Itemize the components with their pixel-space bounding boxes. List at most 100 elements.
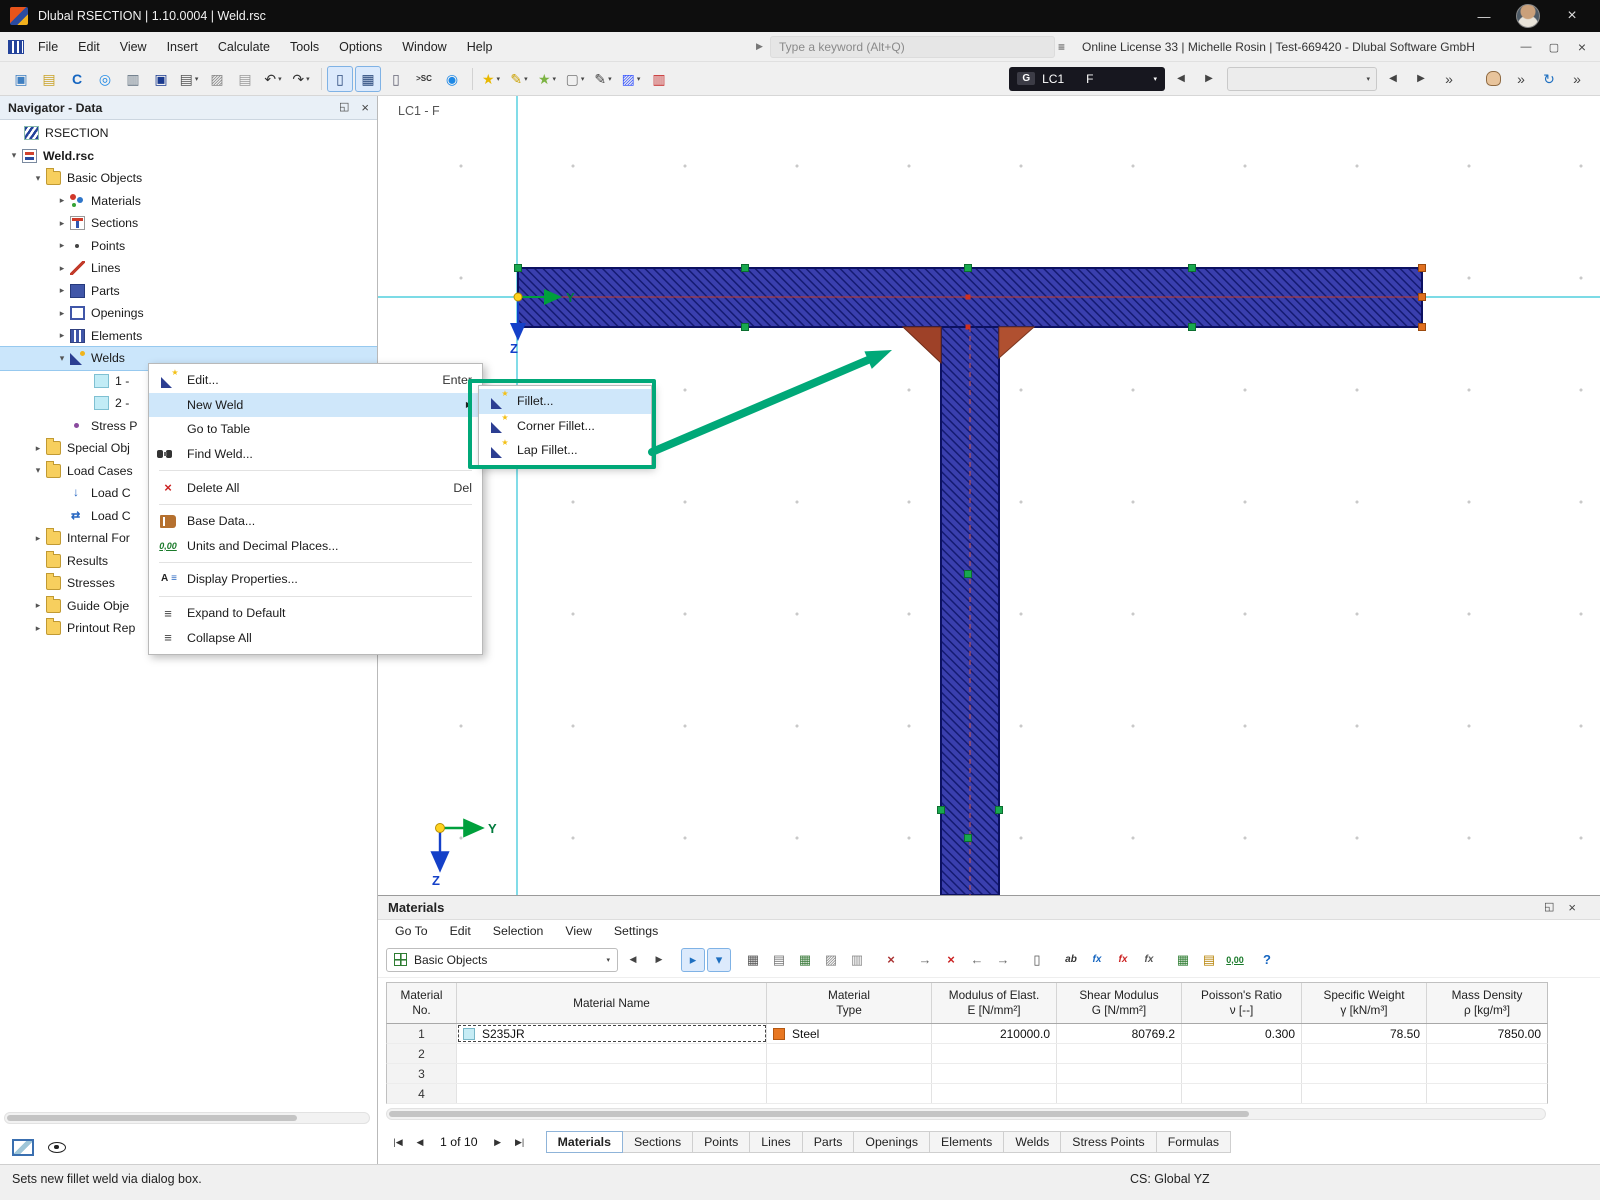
workspace-minimize-button[interactable]: — [1514,36,1538,58]
view-selector[interactable]: ▾ [1227,67,1377,91]
context-menu-go-to-table[interactable]: Go to Table [149,417,482,442]
copy-row-button[interactable]: → [913,948,937,972]
context-menu-new-weld[interactable]: New Weld ▶ [149,393,482,418]
user-avatar[interactable] [1516,4,1540,28]
table-view-button[interactable]: ▦ [355,66,381,92]
scrollbar-thumb[interactable] [389,1111,1249,1117]
menu-options[interactable]: Options [329,32,392,62]
tree-item-materials[interactable]: ▸Materials [0,190,377,213]
tab-sections[interactable]: Sections [622,1131,693,1153]
chevron-down-icon[interactable]: ▾ [6,150,22,161]
table-row[interactable]: 1 S235JR Steel 210000.0 80769.2 0.300 78… [386,1024,1548,1044]
column-header-material-name[interactable]: Material Name [457,983,767,1023]
workspace-close-button[interactable]: × [1570,36,1594,58]
previous-load-case-button[interactable]: ◀ [1168,66,1194,92]
fx-button[interactable]: fx [1085,948,1109,972]
search-input[interactable] [770,36,1055,58]
table-filter-dropdown[interactable]: Basic Objects ▾ [386,948,618,972]
next-load-case-button[interactable]: ▶ [1196,66,1222,92]
navigator-float-icon[interactable]: ◱ [339,100,349,115]
menu-help[interactable]: Help [457,32,503,62]
tree-item-openings[interactable]: ▸Openings [0,302,377,325]
table-menu-edit[interactable]: Edit [439,924,482,938]
save-button[interactable]: ▣ [148,66,174,92]
material-name-cell[interactable]: S235JR [457,1024,767,1043]
connect-button[interactable]: C [64,66,90,92]
column-header-modulus[interactable]: Modulus of Elast.E [N/mm²] [932,983,1057,1023]
new-model-button[interactable]: ▤ [36,66,62,92]
scrollbar-thumb[interactable] [7,1115,297,1121]
copy-button[interactable]: ▨ [204,66,230,92]
chevron-down-icon[interactable]: ▾ [30,173,46,184]
next-table-button[interactable]: ▶ [647,948,671,972]
next-table-page-button[interactable]: ▶ [488,1132,508,1152]
table-row[interactable]: 3 [386,1064,1548,1084]
fillet-weld-left[interactable] [903,327,941,363]
table-row[interactable]: 2 [386,1044,1548,1064]
report-button[interactable]: ▤ [232,66,258,92]
table-menu-selection[interactable]: Selection [482,924,555,938]
result-diagram-button[interactable]: ▥ [646,66,672,92]
clear-table-button[interactable]: × [879,948,903,972]
tree-item-sections[interactable]: ▸Sections [0,212,377,235]
submenu-fillet[interactable]: Fillet... [479,389,651,414]
context-menu-delete-all[interactable]: × Delete All Del [149,475,482,500]
tree-item-rsection[interactable]: RSECTION [0,122,377,145]
view-more-button[interactable]: » [1564,66,1590,92]
chevron-right-icon[interactable]: ▸ [30,443,46,454]
page-view-button[interactable]: ▯ [327,66,353,92]
menu-insert[interactable]: Insert [157,32,208,62]
excel-export-button[interactable]: ▦ [1171,948,1195,972]
column-header-specific-weight[interactable]: Specific Weightγ [kN/m³] [1302,983,1427,1023]
delete-row-button[interactable]: × [939,948,963,972]
menu-window[interactable]: Window [392,32,456,62]
table-menu-view[interactable]: View [554,924,602,938]
first-table-button[interactable]: |◀ [388,1132,408,1152]
panel-view-button[interactable]: ▯ [1025,948,1049,972]
workspace-maximize-button[interactable]: ▢ [1542,36,1566,58]
tree-item-basic-objects[interactable]: ▾Basic Objects [0,167,377,190]
close-button[interactable]: × [1558,4,1586,28]
rotate-view-button[interactable]: ↻ [1536,66,1562,92]
submenu-lap-fillet[interactable]: Lap Fillet... [479,438,651,463]
context-menu-edit[interactable]: Edit... Enter [149,368,482,393]
table-close-icon[interactable]: × [1568,900,1576,915]
paste-button[interactable]: ▣ [8,66,34,92]
rsection-nav-icon[interactable] [8,40,24,54]
search-list-icon[interactable]: ≡ [1058,40,1065,54]
fill-pattern-button[interactable]: ▨ [819,948,843,972]
menu-file[interactable]: File [28,32,68,62]
pan-button[interactable] [1480,66,1506,92]
minimize-button[interactable]: — [1470,4,1498,28]
frame-view-button[interactable]: ▯ [383,66,409,92]
table-hscrollbar[interactable] [386,1108,1546,1120]
green-handles[interactable] [515,265,1196,842]
toolbar-more-button[interactable]: » [1436,66,1462,92]
tree-item-lines[interactable]: ▸Lines [0,257,377,280]
column-header-poisson[interactable]: Poisson's Ratioν [--] [1182,983,1302,1023]
visibility-filter-button[interactable]: ★▾ [534,66,560,92]
load-case-selector[interactable]: G LC1 F ▾ [1009,67,1165,91]
column-header-mass-density[interactable]: Mass Densityρ [kg/m³] [1427,983,1547,1023]
tree-item-weld-rsc[interactable]: ▾Weld.rsc [0,145,377,168]
chevron-right-icon[interactable]: ▸ [54,195,70,206]
select-rows-button[interactable]: ▸ [681,948,705,972]
submenu-corner-fillet[interactable]: Corner Fillet... [479,414,651,439]
previous-table-button[interactable]: ◀ [621,948,645,972]
tab-materials[interactable]: Materials [546,1131,623,1153]
tab-parts[interactable]: Parts [802,1131,855,1153]
menu-view[interactable]: View [110,32,157,62]
column-header-shear-modulus[interactable]: Shear ModulusG [N/mm²] [1057,983,1182,1023]
print-table-button[interactable]: ▤ [767,948,791,972]
navigator-close-icon[interactable]: × [361,100,369,115]
line-grid-button[interactable]: ▨▾ [618,66,644,92]
column-header-material-type[interactable]: MaterialType [767,983,932,1023]
dimension-button[interactable]: ✎▾ [590,66,616,92]
table-float-icon[interactable]: ◱ [1544,900,1554,915]
tab-elements[interactable]: Elements [929,1131,1004,1153]
previous-table-page-button[interactable]: ◀ [410,1132,430,1152]
tab-points[interactable]: Points [692,1131,750,1153]
fillet-weld-right[interactable] [999,327,1034,358]
print-preview-button[interactable]: ▥ [120,66,146,92]
new-object-button[interactable]: ★▾ [478,66,504,92]
